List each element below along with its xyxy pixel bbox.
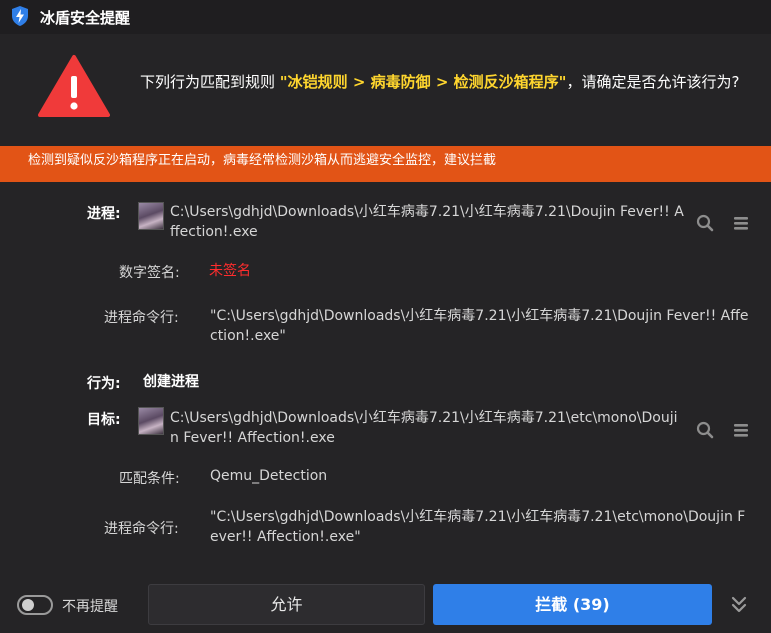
alert-message: 下列行为匹配到规则 "冰铠规则 > 病毒防御 > 检测反沙箱程序"，请确定是否允…	[140, 70, 740, 94]
process-cmd-value: "C:\Users\gdhjd\Downloads\小红车病毒7.21\小红车病…	[210, 308, 749, 344]
search-icon[interactable]	[695, 213, 715, 233]
menu-icon[interactable]	[731, 420, 751, 440]
search-icon[interactable]	[695, 420, 715, 440]
process-label: 进程:	[87, 206, 121, 222]
shield-bolt-icon	[12, 6, 28, 26]
match-condition-label: 匹配条件:	[119, 471, 180, 487]
banner-text: 检测到疑似反沙箱程序正在启动，病毒经常检测沙箱从而逃避安全监控，建议拦截	[28, 153, 497, 168]
behavior-label: 行为:	[87, 376, 121, 392]
dont-remind-label: 不再提醒	[62, 599, 118, 615]
process-file-icon	[138, 202, 164, 230]
target-path: C:\Users\gdhjd\Downloads\小红车病毒7.21\小红车病毒…	[170, 410, 678, 446]
block-button[interactable]: 拦截 (39)	[433, 584, 712, 625]
window-title: 冰盾安全提醒	[40, 9, 131, 27]
target-cmd-value: "C:\Users\gdhjd\Downloads\小红车病毒7.21\小红车病…	[210, 509, 746, 545]
allow-button[interactable]: 允许	[148, 584, 425, 625]
match-condition-value: Qemu_Detection	[210, 468, 328, 484]
toggle-knob	[22, 599, 34, 611]
signature-label: 数字签名:	[119, 265, 180, 281]
process-path: C:\Users\gdhjd\Downloads\小红车病毒7.21\小红车病毒…	[170, 204, 684, 240]
menu-icon[interactable]	[731, 213, 751, 233]
target-file-icon	[138, 407, 164, 435]
dont-remind-toggle[interactable]	[17, 595, 53, 615]
alert-suffix: ，请确定是否允许该行为?	[566, 73, 740, 91]
signature-value: 未签名	[209, 263, 251, 279]
recommendation-banner: 检测到疑似反沙箱程序正在启动，病毒经常检测沙箱从而逃避安全监控，建议拦截	[0, 146, 771, 182]
warning-triangle-icon	[38, 55, 110, 117]
alert-prefix: 下列行为匹配到规则	[140, 73, 280, 91]
target-cmd-label: 进程命令行:	[104, 521, 179, 537]
title-bar: 冰盾安全提醒	[0, 0, 771, 34]
process-cmd-label: 进程命令行:	[104, 310, 179, 326]
rule-name: "冰铠规则 > 病毒防御 > 检测反沙箱程序"	[279, 73, 567, 91]
target-label: 目标:	[87, 412, 121, 428]
behavior-value: 创建进程	[143, 374, 199, 390]
double-chevron-down-icon[interactable]	[729, 594, 749, 616]
